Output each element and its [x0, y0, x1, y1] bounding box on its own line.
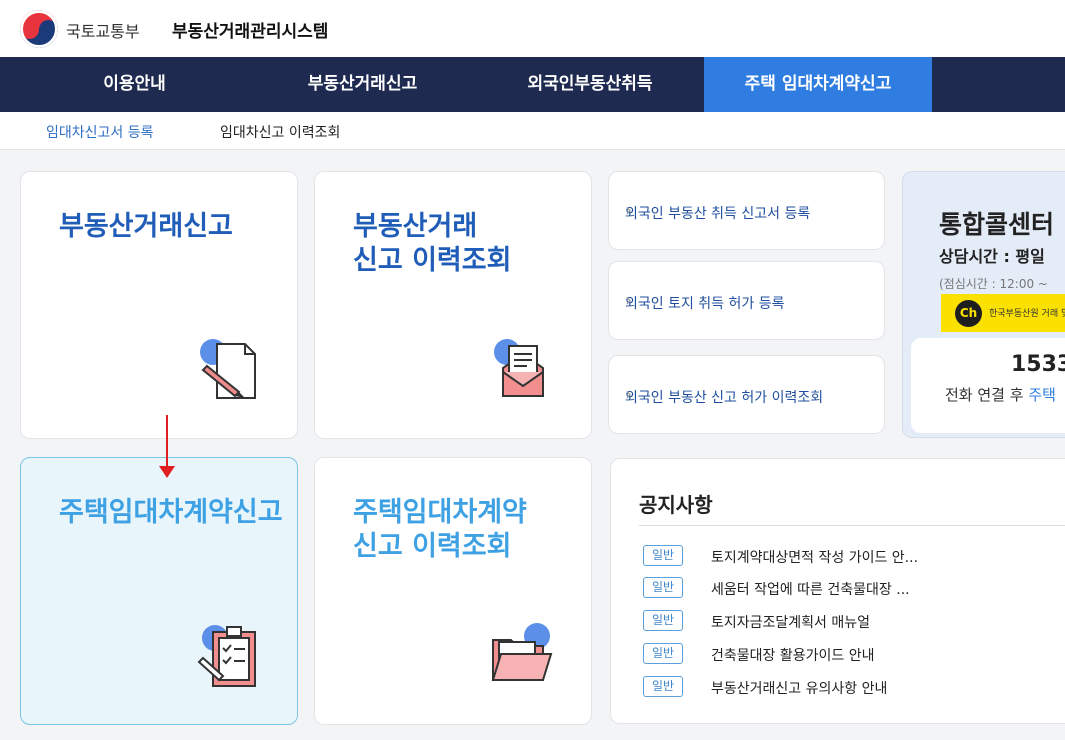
notice-heading: 공지사항 — [639, 493, 713, 517]
notice-item[interactable]: 일반 부동산거래신고 유의사항 안내 — [643, 676, 1065, 698]
folder-icon — [491, 623, 553, 681]
notice-badge: 일반 — [643, 643, 683, 664]
notice-panel: 공지사항 일반 토지계약대상면적 작성 가이드 안... 일반 세움터 작업에 … — [610, 458, 1065, 724]
notice-item[interactable]: 일반 세움터 작업에 따른 건축물대장 ... — [643, 577, 1065, 599]
ministry-name[interactable]: 국토교통부 — [66, 18, 140, 42]
envelope-letter-icon — [494, 339, 544, 397]
link-foreign-land-permit[interactable]: 외국인 토지 취득 허가 등록 › — [608, 261, 885, 340]
kakao-channel-button[interactable]: Ch 한국부동산원 거래 및 — [941, 294, 1065, 332]
card-lease-report[interactable]: 주택임대차계약신고 — [20, 457, 298, 725]
notice-title[interactable]: 세움터 작업에 따른 건축물대장 ... — [711, 579, 910, 599]
call-center-hours: 상담시간 : 평일 — [939, 247, 1045, 266]
notice-title[interactable]: 부동산거래신고 유의사항 안내 — [711, 678, 887, 698]
link-foreign-permit-history[interactable]: 외국인 부동산 신고 허가 이력조회 › — [608, 355, 885, 434]
card-title-line1: 부동산거래 — [353, 211, 478, 242]
notice-badge: 일반 — [643, 610, 683, 631]
main-nav: 이용안내 부동산거래신고 외국인부동산취득 주택 임대차계약신고 — [0, 57, 1065, 112]
tab-guide[interactable]: 이용안내 — [38, 57, 231, 112]
government-emblem-logo[interactable] — [20, 10, 58, 48]
tab-lease-report[interactable]: 주택 임대차계약신고 — [704, 57, 932, 112]
sub-nav: 임대차신고서 등록 임대차신고 이력조회 — [0, 112, 1065, 150]
annotation-arrow — [166, 415, 168, 471]
card-title: 주택임대차계약신고 — [59, 497, 283, 528]
system-title[interactable]: 부동산거래관리시스템 — [172, 17, 328, 42]
chevron-right-icon: › — [625, 290, 633, 311]
subnav-lease-register[interactable]: 임대차신고서 등록 — [46, 122, 154, 142]
notice-item[interactable]: 일반 건축물대장 활용가이드 안내 — [643, 643, 1065, 665]
tab-foreign-acquisition[interactable]: 외국인부동산취득 — [486, 57, 694, 112]
card-real-estate-report[interactable]: 부동산거래신고 — [20, 171, 298, 439]
link-foreign-acquisition-register[interactable]: 외국인 부동산 취득 신고서 등록 › — [608, 171, 885, 250]
card-real-estate-history[interactable]: 부동산거래 신고 이력조회 — [314, 171, 592, 439]
site-header: 국토교통부 부동산거래관리시스템 — [0, 0, 1065, 57]
notice-title[interactable]: 건축물대장 활용가이드 안내 — [711, 645, 874, 665]
card-title-line1: 주택임대차계약 — [353, 497, 527, 528]
notice-badge: 일반 — [643, 577, 683, 598]
phone-number: 1533- — [1011, 352, 1065, 377]
chevron-right-icon: › — [625, 384, 633, 405]
kakao-channel-icon: Ch — [955, 300, 982, 327]
subnav-lease-history[interactable]: 임대차신고 이력조회 — [220, 122, 340, 142]
call-center-title: 통합콜센터 — [939, 210, 1055, 239]
card-lease-history[interactable]: 주택임대차계약 신고 이력조회 — [314, 457, 592, 725]
notice-divider — [639, 525, 1065, 526]
kakao-channel-text: 한국부동산원 거래 및 — [989, 309, 1065, 319]
phone-connect-text: 전화 연결 후 주택 — [945, 386, 1056, 404]
clipboard-checklist-icon — [197, 625, 256, 687]
phone-box: 1533- 전화 연결 후 주택 — [911, 338, 1065, 433]
document-pen-icon — [200, 339, 256, 399]
tab-real-estate-report[interactable]: 부동산거래신고 — [266, 57, 459, 112]
notice-badge: 일반 — [643, 676, 683, 697]
chevron-right-icon: › — [625, 200, 633, 221]
annotation-arrowhead — [159, 466, 175, 478]
notice-title[interactable]: 토지계약대상면적 작성 가이드 안... — [711, 547, 918, 567]
card-title: 부동산거래신고 — [59, 211, 233, 242]
notice-item[interactable]: 일반 토지계약대상면적 작성 가이드 안... — [643, 545, 1065, 567]
card-title-line2: 신고 이력조회 — [353, 531, 512, 562]
call-center-lunch: (점심시간 : 12:00 ~ — [939, 277, 1048, 291]
notice-title[interactable]: 토지자금조달계획서 매뉴얼 — [711, 612, 870, 632]
notice-badge: 일반 — [643, 545, 683, 566]
call-center-panel: 통합콜센터 상담시간 : 평일 (점심시간 : 12:00 ~ Ch 한국부동산… — [902, 171, 1065, 438]
notice-item[interactable]: 일반 토지자금조달계획서 매뉴얼 — [643, 610, 1065, 632]
card-title-line2: 신고 이력조회 — [353, 245, 512, 276]
